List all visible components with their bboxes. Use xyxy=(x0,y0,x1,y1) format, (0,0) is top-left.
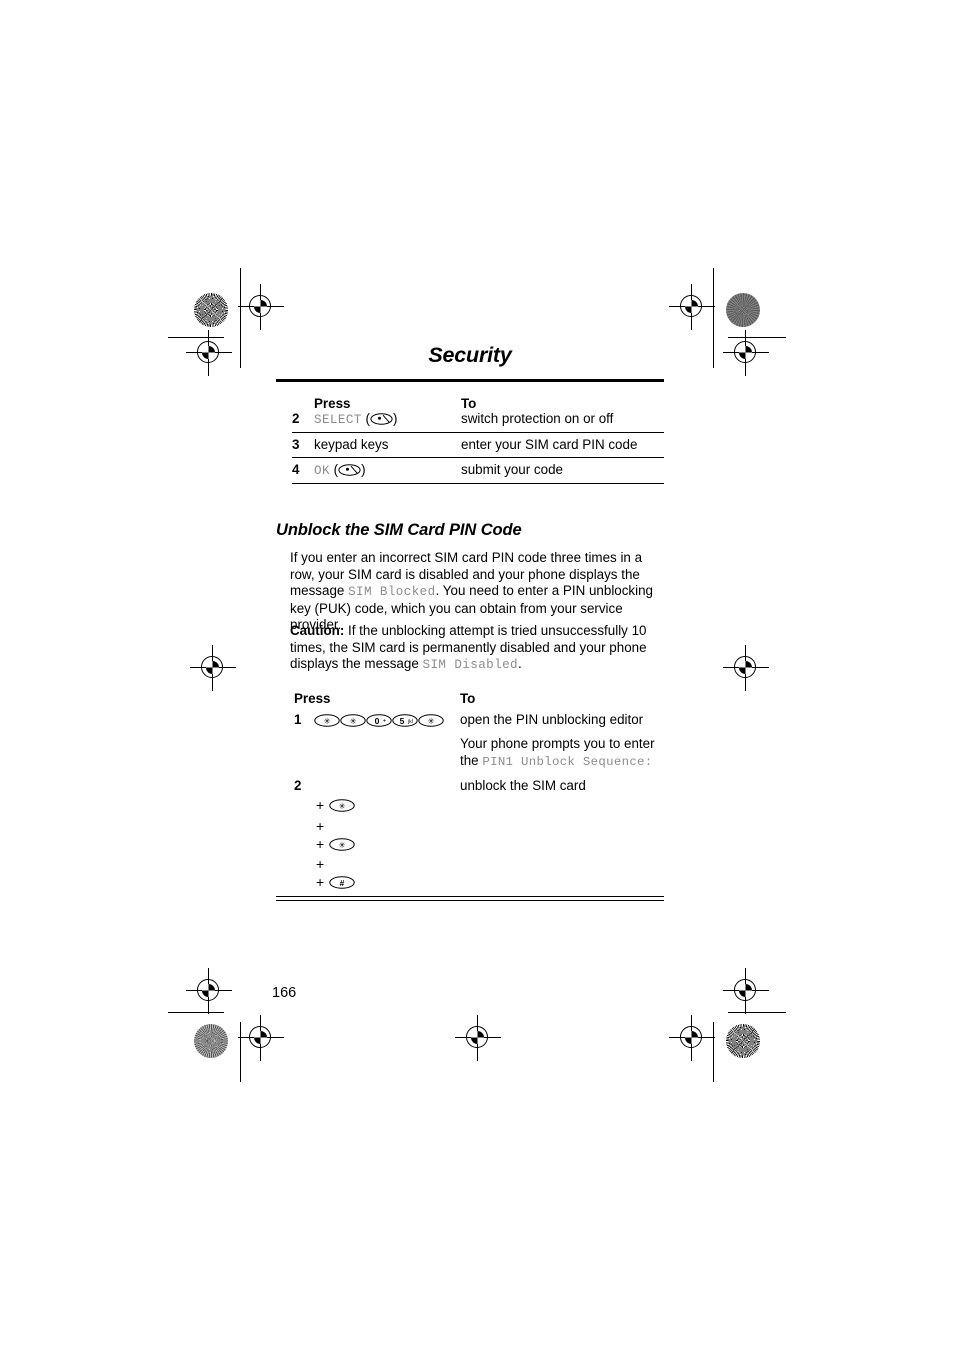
press-to-table-one: Press To 2 SELECT () switch protection o… xyxy=(292,396,664,484)
table-two-header-to: To xyxy=(460,691,476,706)
table-two-bottom-rule-1 xyxy=(276,896,664,898)
table-two-bottom-rule-2 xyxy=(276,900,664,902)
sequence-row-3: + ✳ xyxy=(316,836,355,852)
softkey-label-select: SELECT xyxy=(314,413,362,427)
step-number: 3 xyxy=(292,432,314,458)
plus-separator: + xyxy=(316,836,325,852)
sequence-row-2: + xyxy=(316,818,329,834)
code-pin1-unblock-sequence: PIN1 Unblock Sequence: xyxy=(482,754,653,769)
plus-separator: + xyxy=(316,856,325,872)
caution-label: Caution: xyxy=(290,623,345,638)
key-hash-icon: # xyxy=(329,876,355,889)
table-two-header-press: Press xyxy=(294,691,331,706)
key-five-jkl-icon: 5 jkl xyxy=(392,714,418,727)
caution-text-part-2: . xyxy=(518,656,522,672)
svg-text:✳: ✳ xyxy=(349,717,356,727)
press-cell: SELECT () xyxy=(314,411,461,433)
plus-separator: + xyxy=(316,797,325,813)
section-heading: Unblock the SIM Card PIN Code xyxy=(276,521,522,539)
to-cell: switch protection on or off xyxy=(461,411,664,433)
code-sim-blocked: SIM Blocked xyxy=(348,585,436,600)
svg-text:✳: ✳ xyxy=(338,841,345,851)
table-one-header-row: Press To xyxy=(292,396,664,411)
step-number: 1 xyxy=(294,712,302,727)
step-two-to: unblock the SIM card xyxy=(460,778,586,793)
paragraph-sim-blocked: If you enter an incorrect SIM card PIN c… xyxy=(290,550,668,634)
table-row: 4 OK () submit your code xyxy=(292,457,664,484)
svg-text:✳: ✳ xyxy=(338,802,345,812)
press-cell: keypad keys xyxy=(314,432,461,458)
key-zero-plus-icon: 0 + xyxy=(366,714,392,727)
svg-text:+: + xyxy=(383,719,387,725)
svg-text:✳: ✳ xyxy=(323,717,330,727)
svg-text:✳: ✳ xyxy=(427,717,434,727)
to-cell: submit your code xyxy=(461,457,664,484)
svg-text:#: # xyxy=(340,878,345,888)
page-number: 166 xyxy=(272,985,297,1001)
sequence-row-4: + xyxy=(316,856,329,872)
softkey-label-ok: OK xyxy=(314,464,330,478)
sequence-row-5: + # xyxy=(316,874,355,890)
step-one-to-line-1: open the PIN unblocking editor xyxy=(460,712,644,727)
keypad-sequence-step-one: ✳ ✳ 0 +5 jkl ✳ xyxy=(314,712,444,730)
key-star-icon: ✳ xyxy=(418,714,444,727)
key-star-icon: ✳ xyxy=(329,799,355,812)
step-number: 2 xyxy=(292,411,314,433)
page-title: Security xyxy=(428,343,512,367)
title-rule xyxy=(276,379,664,382)
sequence-row-1: + ✳ xyxy=(316,797,355,813)
svg-text:0: 0 xyxy=(375,716,380,726)
code-sim-disabled: SIM Disabled xyxy=(422,658,518,673)
to-cell: enter your SIM card PIN code xyxy=(461,432,664,458)
table-one-header-press: Press xyxy=(314,396,351,411)
softkey-oval-icon xyxy=(370,413,393,425)
softkey-oval-icon xyxy=(338,464,361,476)
press-cell: OK () xyxy=(314,457,461,484)
table-row: 2 SELECT () switch protection on or off xyxy=(292,411,664,433)
step-one-to-line-2: Your phone prompts you to enter the PIN1… xyxy=(460,736,672,770)
svg-text:jkl: jkl xyxy=(407,719,413,725)
paragraph-caution: Caution: If the unblocking attempt is tr… xyxy=(290,623,668,674)
key-star-icon: ✳ xyxy=(314,714,340,727)
table-one-spacer xyxy=(292,396,314,411)
svg-text:5: 5 xyxy=(400,716,405,726)
step-number: 4 xyxy=(292,457,314,484)
table-one-header-to: To xyxy=(461,396,477,411)
manual-page: Security Press To 2 SELECT () switch pro… xyxy=(0,0,954,1351)
key-star-icon: ✳ xyxy=(340,714,366,727)
plus-separator: + xyxy=(316,874,325,890)
key-star-icon: ✳ xyxy=(329,838,355,851)
table-row: 3 keypad keys enter your SIM card PIN co… xyxy=(292,432,664,458)
plus-separator: + xyxy=(316,818,325,834)
step-number: 2 xyxy=(294,778,302,793)
